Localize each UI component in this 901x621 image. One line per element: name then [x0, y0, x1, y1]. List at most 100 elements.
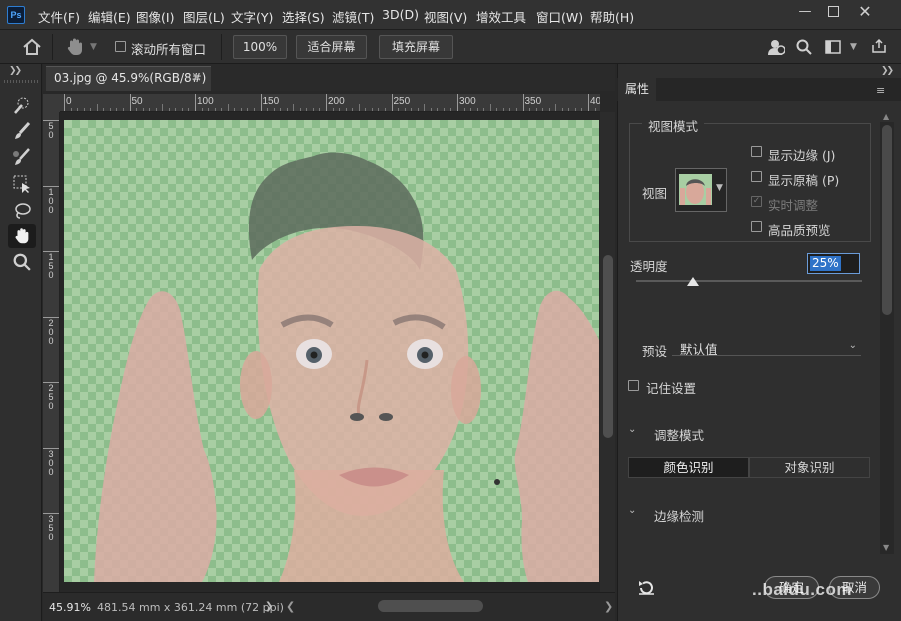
ok-button[interactable]: 确定 — [764, 576, 819, 599]
vertical-scroll-thumb[interactable] — [603, 255, 613, 438]
ruler-tick — [391, 94, 393, 111]
view-label: 视图 — [642, 186, 668, 201]
tab-properties[interactable]: 属性 — [618, 78, 656, 101]
scroll-down-icon[interactable]: ▼ — [883, 543, 889, 552]
menu-help[interactable]: 帮助(H) — [590, 7, 634, 26]
maximize-icon[interactable] — [819, 3, 847, 21]
workspace-icon[interactable] — [825, 40, 841, 57]
edge-detection-title[interactable]: 边缘检测 — [654, 506, 704, 525]
ruler-label: 350 — [524, 96, 542, 107]
menu-file[interactable]: 文件(F) — [38, 7, 80, 26]
chevron-down-icon[interactable]: ⌄ — [628, 505, 636, 516]
scroll-all-windows-checkbox[interactable] — [115, 41, 126, 52]
menu-image[interactable]: 图像(I) — [136, 7, 174, 26]
fit-screen-button[interactable]: 适合屏幕 — [296, 35, 367, 59]
ruler-label: 50 — [131, 96, 143, 107]
color-aware-button[interactable]: 颜色识别 — [628, 457, 749, 478]
ruler-minor-tick — [555, 104, 557, 111]
ruler-minor-tick — [489, 104, 491, 111]
chevron-down-icon[interactable]: ⌄ — [628, 424, 636, 435]
panel-menu-icon[interactable]: ≡ — [876, 84, 886, 97]
menu-filter[interactable]: 滤镜(T) — [332, 7, 374, 26]
high-quality-preview-checkbox[interactable] — [751, 221, 762, 232]
panel-tab-bar — [617, 78, 901, 101]
opacity-slider-track[interactable] — [636, 280, 862, 282]
ruler-label: 0 — [66, 96, 72, 107]
scroll-left-icon[interactable]: ❮ — [286, 600, 295, 613]
close-tab-icon[interactable]: × — [191, 70, 202, 85]
scroll-right-icon[interactable]: ❯ — [604, 600, 613, 613]
ruler-origin[interactable] — [43, 94, 60, 112]
quick-selection-brush-icon[interactable] — [8, 93, 36, 117]
ruler-minor-tick — [424, 104, 426, 111]
close-icon[interactable]: ✕ — [851, 3, 879, 21]
menu-layer[interactable]: 图层(L) — [183, 7, 225, 26]
ruler-tick — [195, 94, 196, 111]
hand-tool-preset-icon[interactable] — [64, 37, 86, 60]
cancel-button[interactable]: 取消 — [829, 576, 880, 599]
user-share-icon[interactable] — [767, 38, 786, 59]
menu-select[interactable]: 选择(S) — [282, 7, 325, 26]
ruler-label: 400 — [590, 96, 600, 107]
hand-icon[interactable] — [8, 224, 36, 248]
show-edge-checkbox[interactable] — [751, 146, 762, 157]
menu-3d[interactable]: 3D(D) — [382, 7, 419, 22]
chevron-down-icon[interactable]: ▼ — [716, 183, 723, 193]
divider — [221, 34, 222, 60]
view-mode-title: 视图模式 — [642, 116, 705, 135]
scroll-up-icon[interactable]: ▲ — [883, 112, 889, 121]
opacity-slider-thumb[interactable] — [686, 277, 699, 286]
preset-dropdown[interactable]: 默认值 ⌄ — [672, 339, 861, 357]
refine-edge-brush-icon[interactable] — [8, 119, 36, 143]
ruler-label: 150 — [262, 96, 280, 107]
share-export-icon[interactable] — [871, 38, 887, 57]
ruler-tick — [260, 94, 262, 111]
status-arrow-icon[interactable]: ❯ — [265, 601, 273, 612]
canvas-area[interactable] — [60, 112, 600, 590]
menu-plugins[interactable]: 增效工具 — [476, 7, 526, 26]
chevron-down-icon[interactable]: ▼ — [90, 42, 97, 52]
ruler-label: 3 5 0 — [48, 514, 54, 542]
opacity-input[interactable]: 25% — [807, 253, 860, 274]
menu-type[interactable]: 文字(Y) — [231, 7, 273, 26]
lasso-icon[interactable] — [8, 199, 36, 223]
zoom-100-button[interactable]: 100% — [233, 35, 287, 59]
collapse-panel-icon[interactable]: ❯❯ — [881, 66, 894, 76]
fill-screen-button[interactable]: 填充屏幕 — [379, 35, 453, 59]
panel-grip[interactable] — [4, 80, 38, 83]
chevron-down-icon[interactable]: ▼ — [850, 42, 857, 52]
zoom-level[interactable]: 45.91% — [49, 601, 91, 614]
view-thumbnail-dropdown[interactable]: ▼ — [675, 168, 727, 212]
menu-window[interactable]: 窗口(W) — [536, 7, 583, 26]
remember-settings-label: 记住设置 — [646, 381, 697, 396]
divider — [52, 34, 53, 60]
ruler-label: 2 5 0 — [48, 383, 54, 411]
show-original-checkbox[interactable] — [751, 171, 762, 182]
realtime-adjust-checkbox[interactable]: ✓ — [751, 196, 762, 207]
document-tab-title: 03.jpg @ 45.9%(RGB/8#) — [54, 71, 207, 85]
object-aware-button[interactable]: 对象识别 — [749, 457, 870, 478]
reset-icon[interactable] — [638, 579, 655, 599]
ruler-label: 5 0 — [48, 121, 54, 140]
ruler-label: 3 0 0 — [48, 448, 54, 477]
ruler-label: 1 5 0 — [48, 252, 54, 280]
collapse-panel-icon[interactable]: ❯❯ — [9, 66, 22, 76]
menu-edit[interactable]: 编辑(E) — [88, 7, 131, 26]
horizontal-scroll-thumb[interactable] — [378, 600, 483, 612]
horizontal-ruler[interactable]: 0 50 100 150 200 250 300 350 400 — [60, 94, 600, 112]
brush-icon[interactable] — [8, 145, 36, 169]
show-edge-label: 显示边缘 (J) — [768, 148, 836, 163]
remember-settings-checkbox[interactable] — [628, 380, 639, 391]
document-image[interactable] — [64, 120, 599, 582]
photoshop-logo-icon: Ps — [7, 6, 25, 24]
panel-scroll-thumb[interactable] — [882, 125, 892, 315]
ruler-tick — [64, 94, 65, 111]
menu-view[interactable]: 视图(V) — [424, 7, 467, 26]
vertical-ruler[interactable]: 5 0 1 0 0 1 5 0 2 0 0 2 5 0 3 0 0 3 5 0 — [43, 112, 60, 592]
search-icon[interactable] — [796, 39, 812, 58]
minimize-icon[interactable]: — — [791, 3, 819, 21]
zoom-icon[interactable] — [8, 250, 36, 274]
home-icon[interactable] — [22, 38, 42, 59]
object-selection-icon[interactable] — [8, 172, 36, 196]
adjust-mode-title[interactable]: 调整模式 — [654, 425, 704, 444]
